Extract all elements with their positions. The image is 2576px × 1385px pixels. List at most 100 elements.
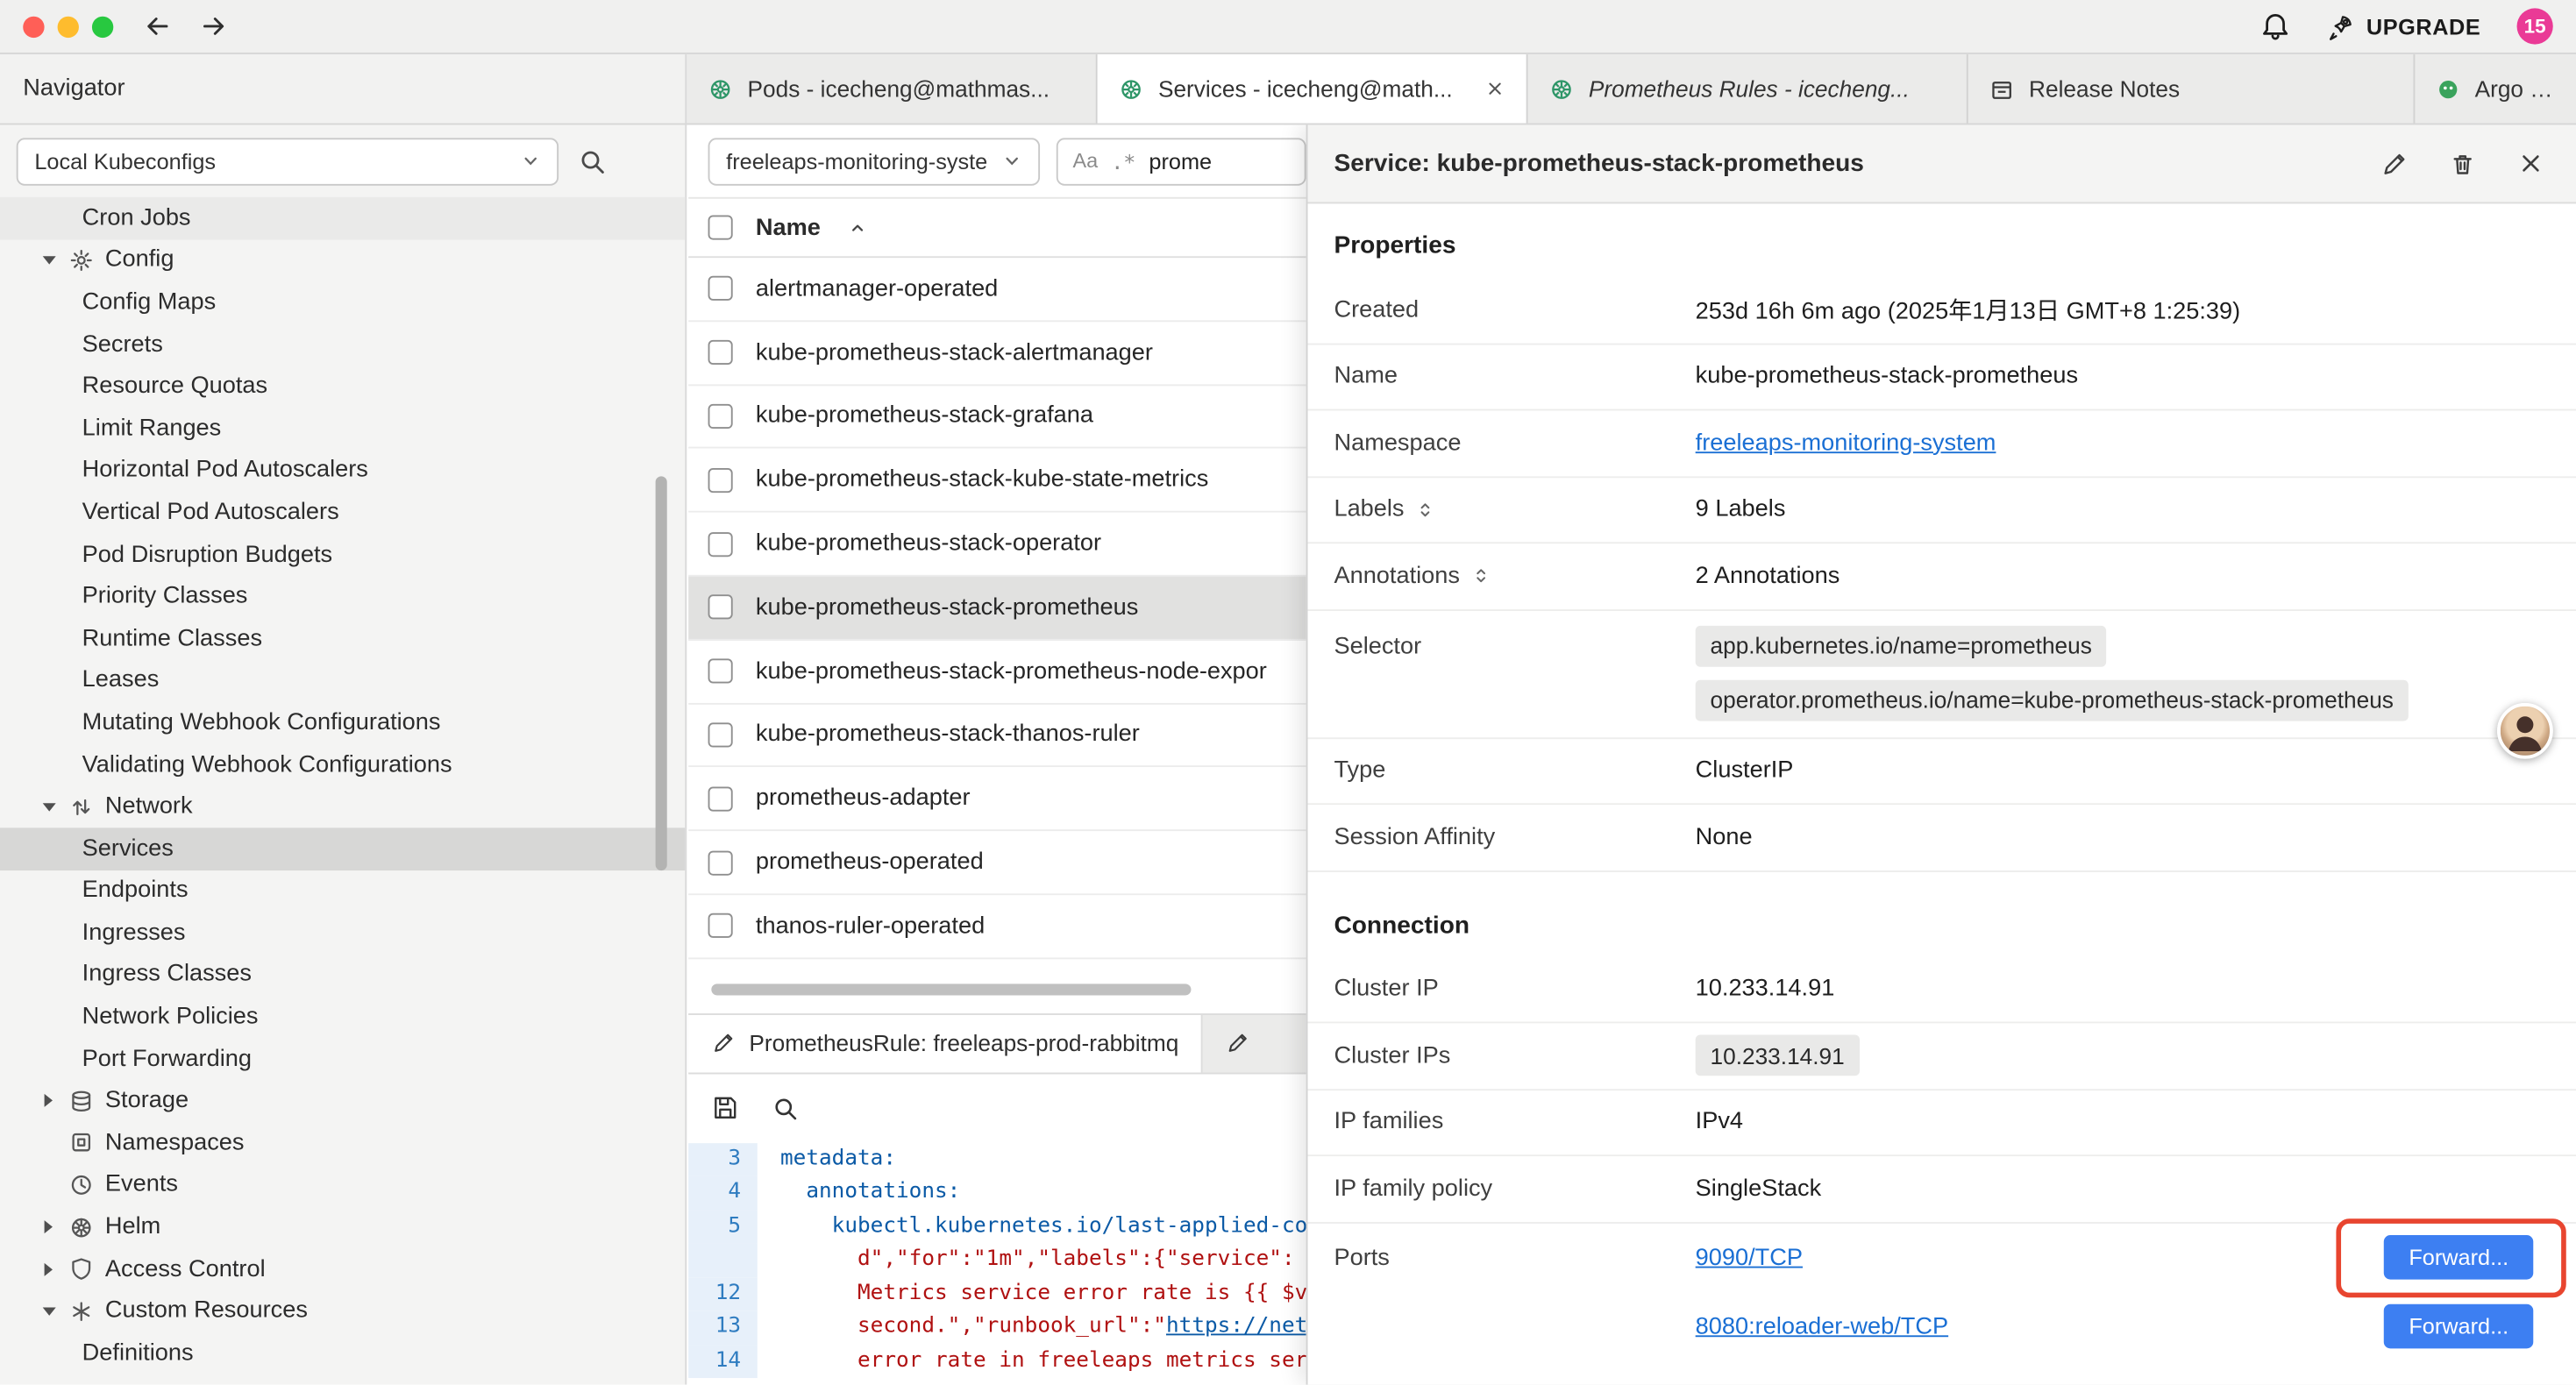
sidebar-item-resource-quotas[interactable]: Resource Quotas [0, 366, 685, 408]
prop-value[interactable]: 9 Labels [1696, 496, 1786, 522]
user-avatar[interactable] [2497, 703, 2553, 759]
sidebar-item-label: Services [82, 835, 174, 862]
sidebar-item-definitions[interactable]: Definitions [0, 1332, 685, 1374]
sidebar-item-network-policies[interactable]: Network Policies [0, 996, 685, 1038]
close-window-button[interactable] [23, 16, 44, 37]
sidebar-item-label: Horizontal Pod Autoscalers [82, 458, 368, 484]
sidebar-item-leases[interactable]: Leases [0, 659, 685, 701]
column-header-name[interactable]: Name [756, 215, 821, 241]
row-checkbox[interactable] [708, 404, 733, 429]
row-checkbox[interactable] [708, 277, 733, 302]
back-button[interactable] [143, 11, 173, 41]
tab-pods[interactable]: Pods - icecheng@mathmas... [687, 54, 1097, 124]
tab-services[interactable]: Services - icecheng@math... [1098, 54, 1528, 124]
row-checkbox[interactable] [708, 722, 733, 747]
sidebar-item-endpoints[interactable]: Endpoints [0, 870, 685, 912]
minimize-window-button[interactable] [58, 16, 79, 37]
forward-button[interactable] [199, 11, 229, 41]
chevron-down-icon[interactable] [39, 1307, 58, 1315]
close-icon[interactable] [2518, 151, 2543, 175]
sidebar-item-ingresses[interactable]: Ingresses [0, 912, 685, 954]
prop-row-name: Name kube-prometheus-stack-prometheus [1307, 344, 2576, 411]
sidebar-item-ingress-classes[interactable]: Ingress Classes [0, 954, 685, 996]
maximize-window-button[interactable] [92, 16, 113, 37]
port-link[interactable]: 8080:reloader-web/TCP [1696, 1313, 1948, 1339]
row-checkbox[interactable] [708, 340, 733, 365]
sidebar-item-secrets[interactable]: Secrets [0, 323, 685, 366]
sidebar-item-pod-disruption-budgets[interactable]: Pod Disruption Budgets [0, 533, 685, 575]
selector-chip: operator.prometheus.io/name=kube-prometh… [1696, 679, 2409, 721]
chevron-down-icon[interactable] [39, 256, 58, 264]
chevron-down-icon[interactable] [39, 803, 58, 811]
sidebar-item-services[interactable]: Services [0, 827, 685, 870]
row-checkbox[interactable] [708, 850, 733, 875]
row-checkbox[interactable] [708, 659, 733, 684]
row-checkbox[interactable] [708, 468, 733, 493]
tab-close-icon[interactable] [1485, 79, 1505, 98]
chevron-right-icon[interactable] [39, 1262, 58, 1275]
namespace-selector[interactable]: freeleaps-monitoring-system [708, 137, 1040, 184]
sidebar-item-config[interactable]: Config [0, 239, 685, 281]
expand-collapse-icon[interactable] [1471, 565, 1490, 586]
sidebar-item-network[interactable]: Network [0, 785, 685, 827]
select-all-checkbox[interactable] [708, 215, 733, 239]
row-checkbox[interactable] [708, 786, 733, 811]
tab-release-notes[interactable]: Release Notes [1968, 54, 2416, 124]
sidebar-search-icon[interactable] [579, 147, 607, 175]
sidebar-item-storage[interactable]: Storage [0, 1080, 685, 1122]
sidebar-item-namespaces[interactable]: Namespaces [0, 1122, 685, 1164]
prop-value[interactable]: 2 Annotations [1696, 563, 1840, 589]
delete-trash-icon[interactable] [2450, 150, 2476, 176]
sidebar-item-horizontal-pod-autoscalers[interactable]: Horizontal Pod Autoscalers [0, 450, 685, 492]
forward-button[interactable]: Forward... [2384, 1235, 2533, 1280]
navigator-label: Navigator [23, 75, 125, 102]
row-checkbox[interactable] [708, 595, 733, 620]
tab-prometheus-rules[interactable]: Prometheus Rules - icecheng... [1528, 54, 1968, 124]
prop-label: Type [1334, 757, 1695, 784]
notification-count-badge[interactable]: 15 [2517, 8, 2553, 44]
tab-argo[interactable]: Argo Se [2415, 54, 2576, 124]
port-link[interactable]: 9090/TCP [1696, 1244, 1803, 1270]
upgrade-button[interactable]: UPGRADE [2327, 12, 2480, 40]
sidebar-item-port-forwarding[interactable]: Port Forwarding [0, 1038, 685, 1080]
sort-ascending-icon[interactable] [847, 217, 866, 237]
forward-button[interactable]: Forward... [2384, 1304, 2533, 1349]
sidebar-item-validating-webhook-configurations[interactable]: Validating Webhook Configurations [0, 743, 685, 785]
port-line: Ports 9090/TCP Forward... [1307, 1223, 2576, 1292]
service-name: kube-prometheus-stack-thanos-ruler [756, 721, 1140, 748]
service-name: kube-prometheus-stack-prometheus-node-ex… [756, 658, 1267, 685]
sidebar-item-config-maps[interactable]: Config Maps [0, 281, 685, 323]
editor-tab-prometheusrule[interactable]: PrometheusRule: freeleaps-prod-rabbitmq [688, 1015, 1203, 1073]
notifications-bell-icon[interactable] [2261, 11, 2291, 41]
sidebar-item-mutating-webhook-configurations[interactable]: Mutating Webhook Configurations [0, 701, 685, 743]
selector-chip: app.kubernetes.io/name=prometheus [1696, 625, 2107, 666]
save-icon[interactable] [711, 1094, 739, 1122]
sidebar-item-limit-ranges[interactable]: Limit Ranges [0, 408, 685, 450]
sidebar-item-helm[interactable]: Helm [0, 1206, 685, 1248]
namespaces-icon [69, 1131, 94, 1155]
sidebar-scrollbar[interactable] [656, 476, 667, 870]
sidebar-item-cron-jobs[interactable]: Cron Jobs [0, 197, 685, 239]
sidebar-item-runtime-classes[interactable]: Runtime Classes [0, 617, 685, 659]
kubeconfig-selector[interactable]: Local Kubeconfigs [17, 137, 559, 184]
edit-pencil-icon[interactable] [2380, 150, 2407, 176]
sidebar-item-priority-classes[interactable]: Priority Classes [0, 575, 685, 617]
sidebar-item-access-control[interactable]: Access Control [0, 1248, 685, 1290]
scrollbar-thumb[interactable] [711, 984, 1191, 995]
sidebar-item-custom-resources[interactable]: Custom Resources [0, 1290, 685, 1332]
match-case-toggle[interactable]: Aa [1073, 150, 1099, 173]
expand-collapse-icon[interactable] [1416, 499, 1434, 520]
editor-tab-partial[interactable] [1203, 1015, 1272, 1073]
sidebar-item-events[interactable]: Events [0, 1164, 685, 1206]
prop-value: kube-prometheus-stack-prometheus [1696, 364, 2078, 390]
chevron-right-icon[interactable] [39, 1094, 58, 1107]
row-checkbox[interactable] [708, 913, 733, 938]
row-checkbox[interactable] [708, 531, 733, 556]
chevron-right-icon[interactable] [39, 1220, 58, 1233]
regex-toggle[interactable]: .* [1111, 149, 1135, 174]
editor-search-icon[interactable] [772, 1095, 799, 1121]
sidebar-item-vertical-pod-autoscalers[interactable]: Vertical Pod Autoscalers [0, 492, 685, 534]
list-search-input[interactable]: Aa .* prome [1057, 137, 1306, 184]
namespace-link[interactable]: freeleaps-monitoring-system [1696, 430, 1996, 456]
navigator-panel-title: Navigator [0, 54, 687, 124]
